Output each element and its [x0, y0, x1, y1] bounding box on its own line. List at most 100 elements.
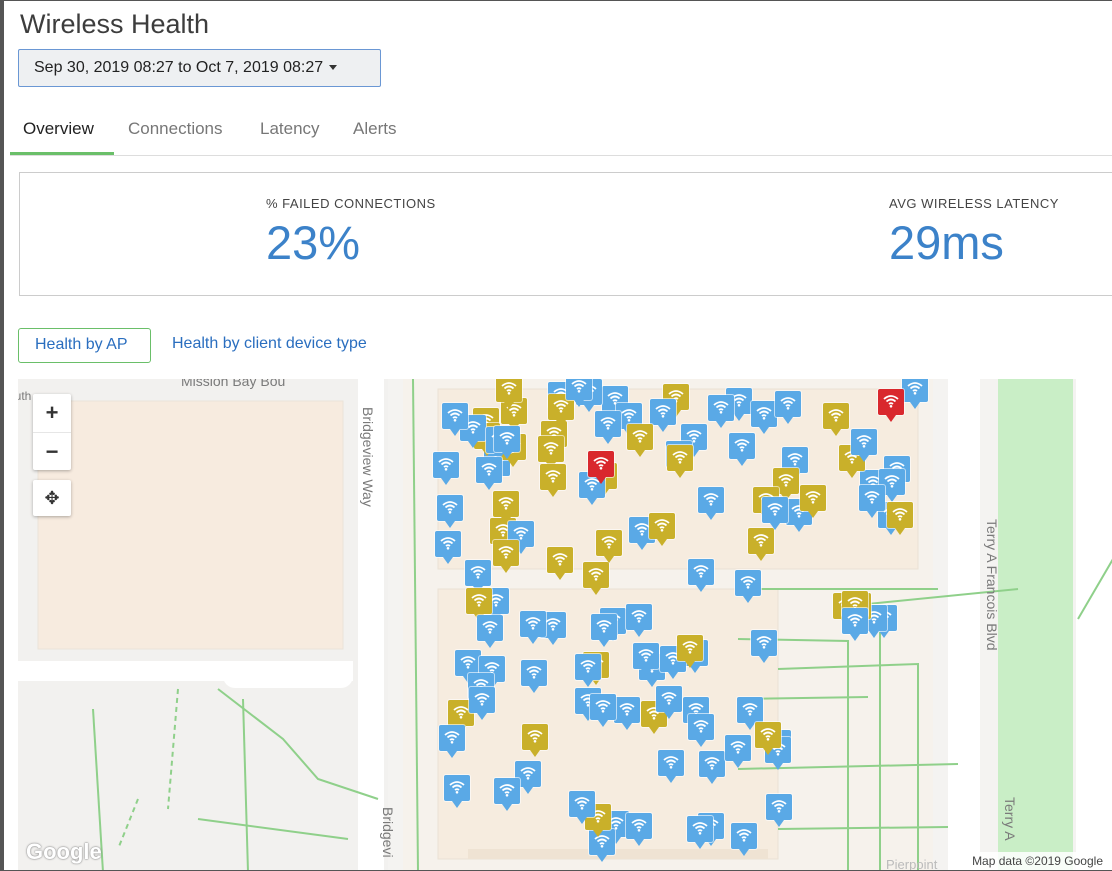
crosshair-icon[interactable]: ✥ — [33, 480, 71, 516]
wifi-icon — [520, 767, 536, 780]
access-point-marker-good[interactable] — [444, 775, 470, 809]
access-point-marker-good[interactable] — [520, 611, 546, 645]
access-point-marker-good[interactable] — [851, 429, 877, 463]
access-point-marker-good[interactable] — [688, 714, 714, 748]
map-attribution[interactable]: Map data ©2019 Google — [966, 852, 1112, 870]
access-point-marker-good[interactable] — [566, 379, 592, 408]
zoom-out-button[interactable]: − — [33, 432, 71, 470]
access-point-marker-warning[interactable] — [496, 379, 522, 410]
access-point-marker-good[interactable] — [591, 614, 617, 648]
access-point-marker-warning[interactable] — [547, 547, 573, 581]
access-point-marker-good[interactable] — [687, 816, 713, 850]
access-point-marker-warning[interactable] — [887, 502, 913, 536]
access-point-marker-good[interactable] — [626, 604, 652, 638]
tab-latency[interactable]: Latency — [260, 119, 320, 139]
wifi-icon — [693, 565, 709, 578]
frame-border — [1, 1, 4, 870]
failed-connections-value: 23% — [266, 216, 361, 269]
access-point-marker-critical[interactable] — [588, 451, 614, 485]
access-point-marker-good[interactable] — [725, 735, 751, 769]
access-point-marker-warning[interactable] — [522, 724, 548, 758]
access-point-marker-good[interactable] — [658, 750, 684, 784]
access-point-marker-warning[interactable] — [755, 722, 781, 756]
access-point-marker-good[interactable] — [902, 379, 928, 410]
wifi-icon — [634, 523, 650, 536]
access-point-marker-good[interactable] — [751, 401, 777, 435]
zoom-in-button[interactable]: + — [33, 394, 71, 432]
access-point-marker-good[interactable] — [476, 457, 502, 491]
wifi-icon — [596, 620, 612, 633]
wifi-icon — [601, 536, 617, 549]
access-point-marker-good[interactable] — [442, 403, 468, 437]
access-point-marker-good[interactable] — [766, 794, 792, 828]
wifi-icon — [703, 493, 719, 506]
wifi-icon — [595, 700, 611, 713]
access-point-marker-warning[interactable] — [583, 562, 609, 596]
access-point-marker-good[interactable] — [699, 751, 725, 785]
ap-health-map[interactable]: Mission Bay Bou South Bridgeview Way Bri… — [18, 379, 1112, 870]
wifi-icon — [740, 576, 756, 589]
access-point-marker-good[interactable] — [433, 452, 459, 486]
health-by-client-link[interactable]: Health by client device type — [172, 335, 367, 353]
access-point-marker-good[interactable] — [650, 399, 676, 433]
access-point-marker-good[interactable] — [439, 725, 465, 759]
access-point-marker-warning[interactable] — [667, 445, 693, 479]
access-point-marker-good[interactable] — [626, 813, 652, 847]
access-point-marker-good[interactable] — [633, 643, 659, 677]
access-point-marker-warning[interactable] — [823, 403, 849, 437]
access-point-marker-warning[interactable] — [800, 485, 826, 519]
wifi-icon — [543, 442, 559, 455]
access-point-marker-good[interactable] — [729, 433, 755, 467]
access-point-marker-good[interactable] — [731, 823, 757, 857]
wifi-icon — [619, 703, 635, 716]
access-point-marker-good[interactable] — [569, 791, 595, 825]
wifi-icon — [471, 594, 487, 607]
wifi-icon — [736, 829, 752, 842]
access-point-marker-critical[interactable] — [878, 389, 904, 423]
wifi-icon — [780, 397, 796, 410]
access-point-marker-good[interactable] — [688, 559, 714, 593]
wifi-icon — [513, 527, 529, 540]
access-point-marker-good[interactable] — [656, 686, 682, 720]
page-title: Wireless Health — [20, 9, 210, 39]
access-point-marker-good[interactable] — [762, 497, 788, 531]
tab-alerts[interactable]: Alerts — [353, 119, 396, 139]
access-point-marker-warning[interactable] — [596, 530, 622, 564]
access-point-marker-good[interactable] — [775, 391, 801, 425]
health-by-ap-button[interactable]: Health by AP — [18, 328, 151, 363]
date-range-dropdown[interactable]: Sep 30, 2019 08:27 to Oct 7, 2019 08:27 — [18, 49, 381, 87]
wifi-icon — [600, 417, 616, 430]
access-point-marker-good[interactable] — [435, 531, 461, 565]
wifi-icon — [580, 660, 596, 673]
access-point-marker-good[interactable] — [735, 570, 761, 604]
access-point-marker-warning[interactable] — [748, 528, 774, 562]
access-point-marker-good[interactable] — [708, 395, 734, 429]
access-point-marker-good[interactable] — [477, 615, 503, 649]
access-point-marker-good[interactable] — [521, 660, 547, 694]
access-point-marker-good[interactable] — [751, 630, 777, 664]
access-point-marker-warning[interactable] — [493, 540, 519, 574]
access-point-marker-warning[interactable] — [493, 491, 519, 525]
access-point-marker-warning[interactable] — [677, 635, 703, 669]
access-point-marker-good[interactable] — [494, 426, 520, 460]
access-point-marker-good[interactable] — [437, 495, 463, 529]
access-point-marker-good[interactable] — [859, 485, 885, 519]
access-point-marker-warning[interactable] — [649, 513, 675, 547]
access-point-marker-good[interactable] — [614, 697, 640, 731]
tab-overview[interactable]: Overview — [23, 119, 94, 139]
wifi-icon — [631, 819, 647, 832]
wifi-icon — [847, 614, 863, 627]
access-point-marker-good[interactable] — [469, 687, 495, 721]
access-point-marker-good[interactable] — [575, 654, 601, 688]
wifi-icon — [892, 508, 908, 521]
wifi-icon — [444, 731, 460, 744]
access-point-marker-good[interactable] — [590, 694, 616, 728]
access-point-marker-good[interactable] — [595, 411, 621, 445]
access-point-marker-warning[interactable] — [540, 464, 566, 498]
wifi-icon — [470, 566, 486, 579]
access-point-marker-good[interactable] — [842, 608, 868, 642]
tab-connections[interactable]: Connections — [128, 119, 223, 139]
access-point-marker-good[interactable] — [698, 487, 724, 521]
access-point-marker-good[interactable] — [494, 778, 520, 812]
access-point-marker-warning[interactable] — [627, 424, 653, 458]
